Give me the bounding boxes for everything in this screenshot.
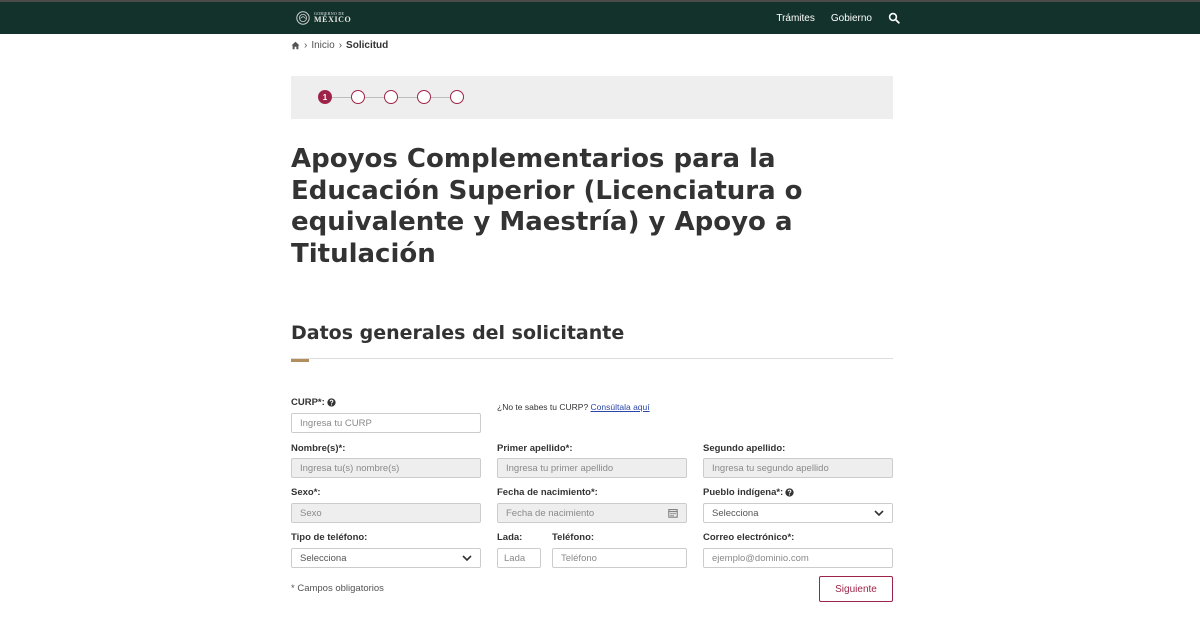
search-icon[interactable] xyxy=(888,12,900,24)
step-1: 1 xyxy=(318,90,332,104)
nombre-input[interactable]: Ingresa tu(s) nombre(s) xyxy=(291,458,481,478)
step-connector xyxy=(332,96,351,98)
home-icon[interactable] xyxy=(291,41,300,50)
chevron-down-icon xyxy=(462,555,472,561)
national-seal-icon xyxy=(296,11,310,25)
chevron-down-icon xyxy=(874,510,884,516)
question-circle-icon[interactable] xyxy=(785,488,794,497)
segundo-apellido-label: Segundo apellido: xyxy=(703,443,786,454)
breadcrumb-solicitud: Solicitud xyxy=(346,39,389,51)
breadcrumb-separator: › xyxy=(304,39,308,51)
next-button[interactable]: Siguiente xyxy=(819,576,893,602)
tipo-telefono-value: Selecciona xyxy=(300,552,347,564)
curp-lookup-link[interactable]: Consúltala aquí xyxy=(591,402,650,412)
step-3 xyxy=(384,90,398,104)
telefono-label: Teléfono: xyxy=(552,532,595,543)
page-title: Apoyos Complementarios para la Educación… xyxy=(291,144,803,269)
tipo-telefono-select[interactable]: Selecciona xyxy=(291,548,481,568)
lada-input[interactable]: Lada xyxy=(497,548,541,568)
calendar-icon[interactable] xyxy=(668,508,678,518)
segundo-apellido-input[interactable]: Ingresa tu segundo apellido xyxy=(703,458,893,478)
pueblo-indigena-label-text: Pueblo indígena*: xyxy=(703,487,784,498)
fecha-nacimiento-input[interactable]: Fecha de nacimiento xyxy=(497,503,687,523)
breadcrumb-inicio[interactable]: Inicio xyxy=(311,40,334,51)
gobierno-mexico-logo[interactable]: GOBIERNO DE MÉXICO xyxy=(296,10,351,26)
fecha-nacimiento-placeholder: Fecha de nacimiento xyxy=(506,507,595,519)
correo-label: Correo electrónico*: xyxy=(703,532,795,543)
step-5 xyxy=(450,90,464,104)
progress-stepper: 1 xyxy=(318,89,464,105)
primer-apellido-input[interactable]: Ingresa tu primer apellido xyxy=(497,458,687,478)
breadcrumb: › Inicio › Solicitud xyxy=(291,38,388,52)
step-2 xyxy=(351,90,365,104)
curp-help-text: ¿No te sabes tu CURP? Consúltala aquí xyxy=(497,402,650,412)
pueblo-indigena-value: Selecciona xyxy=(712,507,759,519)
step-connector xyxy=(365,96,384,98)
section-divider xyxy=(291,358,893,359)
lada-label: Lada: xyxy=(497,532,523,543)
breadcrumb-separator: › xyxy=(338,39,343,51)
fecha-nacimiento-label: Fecha de nacimiento*: xyxy=(497,487,598,498)
nav-tramites[interactable]: Trámites xyxy=(776,13,815,24)
curp-help-question: ¿No te sabes tu CURP? xyxy=(497,402,591,412)
question-circle-icon[interactable] xyxy=(327,398,336,407)
pueblo-indigena-label: Pueblo indígena*: xyxy=(703,487,794,498)
primer-apellido-label: Primer apellido*: xyxy=(497,443,573,454)
pueblo-indigena-select[interactable]: Selecciona xyxy=(703,503,893,523)
step-connector xyxy=(398,96,417,98)
sexo-input[interactable]: Sexo xyxy=(291,503,481,523)
telefono-input[interactable]: Teléfono xyxy=(552,548,687,568)
sexo-label: Sexo*: xyxy=(291,487,321,498)
section-accent-bar xyxy=(291,359,309,362)
step-4 xyxy=(417,90,431,104)
top-navbar: GOBIERNO DE MÉXICO Trámites Gobierno xyxy=(0,2,1200,34)
curp-input[interactable]: Ingresa tu CURP xyxy=(291,413,481,433)
nombre-label: Nombre(s)*: xyxy=(291,443,346,454)
nav-gobierno[interactable]: Gobierno xyxy=(831,13,872,24)
step-connector xyxy=(431,96,450,98)
required-fields-note: * Campos obligatorios xyxy=(291,583,384,594)
curp-label-text: CURP*: xyxy=(291,397,325,408)
tipo-telefono-label: Tipo de teléfono: xyxy=(291,532,368,543)
logo-text: GOBIERNO DE MÉXICO xyxy=(314,12,351,24)
correo-input[interactable]: ejemplo@dominio.com xyxy=(703,548,893,568)
section-title: Datos generales del solicitante xyxy=(291,322,625,344)
main-nav: Trámites Gobierno xyxy=(760,2,900,34)
curp-label: CURP*: xyxy=(291,397,336,408)
logo-big-text: MÉXICO xyxy=(314,15,352,24)
